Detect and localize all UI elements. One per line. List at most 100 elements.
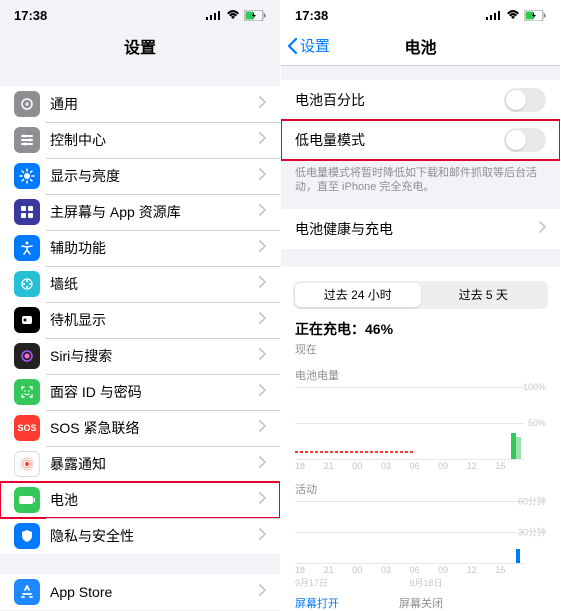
chevron-right-icon: [259, 203, 266, 221]
item-label: 控制中心: [50, 130, 259, 150]
signal-icon: [486, 10, 502, 20]
appstore-icon: [14, 579, 40, 605]
seg-5d[interactable]: 过去 5 天: [421, 283, 547, 307]
brightness-icon: [14, 163, 40, 189]
battery-level-chart: 电池电量 100% 50% 1821000306091215: [281, 357, 560, 471]
settings-screen: 17:38 设置 通用控制中心显示与亮度主屏幕与 App 资源库辅助功能墙纸待机…: [0, 0, 280, 611]
item-label: SOS 紧急联络: [50, 418, 259, 438]
battery-screen: 17:38 设置 电池 电池百分比 低电量模式 低电量模式将暂时降低如下载和邮件…: [280, 0, 560, 611]
item-label: Siri与搜索: [50, 346, 259, 366]
list-item-accessibility[interactable]: 辅助功能: [0, 230, 280, 266]
appstore-group: App Store: [0, 574, 280, 610]
list-item-battery[interactable]: 电池: [0, 482, 280, 518]
appstore-label: App Store: [50, 584, 259, 600]
item-label: 辅助功能: [50, 238, 259, 258]
list-item-sos[interactable]: SOS SOS 紧急联络: [0, 410, 280, 446]
list-item-appstore[interactable]: App Store: [0, 574, 280, 610]
status-time: 17:38: [295, 8, 328, 23]
settings-group: 通用控制中心显示与亮度主屏幕与 App 资源库辅助功能墙纸待机显示 Siri与搜索…: [0, 86, 280, 554]
chevron-right-icon: [259, 347, 266, 365]
nav-bar: 设置: [0, 26, 280, 66]
health-label: 电池健康与充电: [295, 219, 539, 239]
seg-24h[interactable]: 过去 24 小时: [295, 283, 421, 307]
nav-bar: 设置 电池: [281, 26, 560, 66]
item-label: 电池: [50, 490, 259, 510]
chevron-right-icon: [259, 311, 266, 329]
percent-label: 电池百分比: [295, 90, 504, 110]
list-item-grid[interactable]: 主屏幕与 App 资源库: [0, 194, 280, 230]
standby-icon: [14, 307, 40, 333]
sliders-icon: [14, 127, 40, 153]
health-group: 电池健康与充电: [281, 209, 560, 249]
exposure-icon: [14, 451, 40, 477]
battery-icon: [14, 487, 40, 513]
lowpower-note: 低电量模式将暂时降低如下载和邮件抓取等后台活动，直至 iPhone 完全充电。: [281, 160, 560, 195]
list-item-brightness[interactable]: 显示与亮度: [0, 158, 280, 194]
low-battery-line: [295, 451, 415, 453]
list-item-privacy[interactable]: 隐私与安全性: [0, 518, 280, 554]
back-label: 设置: [300, 35, 330, 56]
charge-title: 正在充电：46%: [295, 319, 546, 339]
item-label: 待机显示: [50, 310, 259, 330]
toggle-lowpower[interactable]: [504, 128, 546, 152]
list-item-wallpaper[interactable]: 墙纸: [0, 266, 280, 302]
chevron-right-icon: [259, 455, 266, 473]
wifi-icon: [226, 10, 240, 20]
battery-content[interactable]: 电池百分比 低电量模式 低电量模式将暂时降低如下载和邮件抓取等后台活动，直至 i…: [281, 66, 560, 611]
item-label: 显示与亮度: [50, 166, 259, 186]
charge-status: 正在充电：46% 现在: [281, 309, 560, 357]
chevron-right-icon: [259, 583, 266, 601]
battery-icon: [244, 10, 266, 21]
chevron-right-icon: [259, 419, 266, 437]
chart2-dates: 9月17日9月18日: [295, 576, 546, 589]
siri-icon: [14, 343, 40, 369]
back-button[interactable]: 设置: [287, 35, 330, 56]
status-bar: 17:38: [281, 0, 560, 26]
item-label: 暴露通知: [50, 454, 259, 474]
signal-icon: [206, 10, 222, 20]
item-label: 主屏幕与 App 资源库: [50, 202, 259, 222]
list-item-exposure[interactable]: 暴露通知: [0, 446, 280, 482]
chevron-right-icon: [259, 167, 266, 185]
item-label: 墙纸: [50, 274, 259, 294]
chevron-right-icon: [259, 491, 266, 509]
chart2-title: 活动: [295, 481, 546, 497]
list-item-gear[interactable]: 通用: [0, 86, 280, 122]
battery-bar: [516, 437, 521, 459]
row-percent[interactable]: 电池百分比: [281, 80, 560, 120]
toggle-group: 电池百分比 低电量模式: [281, 80, 560, 160]
chart2-xlabels: 1821000306091215: [295, 565, 546, 575]
list-item-sliders[interactable]: 控制中心: [0, 122, 280, 158]
accessibility-icon: [14, 235, 40, 261]
privacy-icon: [14, 523, 40, 549]
item-label: 通用: [50, 94, 259, 114]
wifi-icon: [506, 10, 520, 20]
chevron-right-icon: [259, 527, 266, 545]
legend: 屏幕打开 屏幕关闭: [281, 589, 560, 611]
lowpower-label: 低电量模式: [295, 130, 504, 150]
list-item-faceid[interactable]: 面容 ID 与密码: [0, 374, 280, 410]
legend-screen-off: 屏幕关闭: [399, 595, 443, 611]
chevron-right-icon: [259, 239, 266, 257]
legend-screen-on: 屏幕打开: [295, 595, 339, 611]
chevron-right-icon: [259, 383, 266, 401]
segmented-control[interactable]: 过去 24 小时 过去 5 天: [281, 267, 560, 309]
row-health[interactable]: 电池健康与充电: [281, 209, 560, 249]
battery-icon: [524, 10, 546, 21]
settings-list[interactable]: 通用控制中心显示与亮度主屏幕与 App 资源库辅助功能墙纸待机显示 Siri与搜索…: [0, 66, 280, 611]
activity-chart: 活动 60分钟 30分钟 1821000306091215 9月17日9月18日: [281, 471, 560, 589]
status-icons: [206, 10, 266, 21]
status-bar: 17:38: [0, 0, 280, 26]
row-lowpower[interactable]: 低电量模式: [281, 120, 560, 160]
faceid-icon: [14, 379, 40, 405]
page-title: 电池: [404, 34, 436, 58]
chevron-right-icon: [259, 95, 266, 113]
item-label: 面容 ID 与密码: [50, 382, 259, 402]
sos-icon: SOS: [14, 415, 40, 441]
chevron-right-icon: [259, 275, 266, 293]
usage-card: 过去 24 小时 过去 5 天 正在充电：46% 现在 电池电量 100% 50…: [281, 267, 560, 611]
wallpaper-icon: [14, 271, 40, 297]
list-item-standby[interactable]: 待机显示: [0, 302, 280, 338]
list-item-siri[interactable]: Siri与搜索: [0, 338, 280, 374]
toggle-percent[interactable]: [504, 88, 546, 112]
